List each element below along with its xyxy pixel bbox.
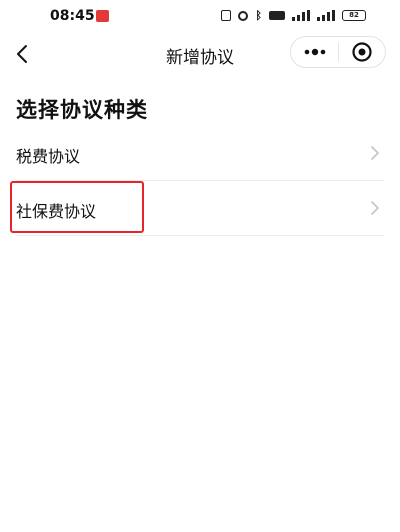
chevron-right-icon [371,146,379,160]
signal-icon [292,10,310,21]
list-item-label: 税费协议 [16,147,81,166]
mini-program-capsule [290,36,386,68]
close-button[interactable] [339,37,385,67]
status-bar: 08:45 ᛒ 82 [0,0,400,36]
alarm-icon [238,10,249,21]
bluetooth-icon: ᛒ [255,9,262,22]
status-icons: ᛒ 82 [221,9,366,22]
more-dots-icon [304,48,325,56]
status-time: 08:45 [50,8,95,24]
chevron-right-icon [371,201,379,215]
list-item-tax-agreement[interactable]: 税费协议 [16,126,384,181]
nfc-icon [221,10,232,21]
nav-bar: 新增协议 [0,36,400,72]
more-button[interactable] [291,37,338,67]
notification-badge-icon [96,10,109,22]
section-heading: 选择协议种类 [16,98,148,122]
target-circle-icon [352,42,372,62]
highlight-annotation-box [10,181,144,233]
signal-icon [317,10,335,21]
hd-icon [269,11,285,20]
battery-icon: 82 [342,10,366,21]
